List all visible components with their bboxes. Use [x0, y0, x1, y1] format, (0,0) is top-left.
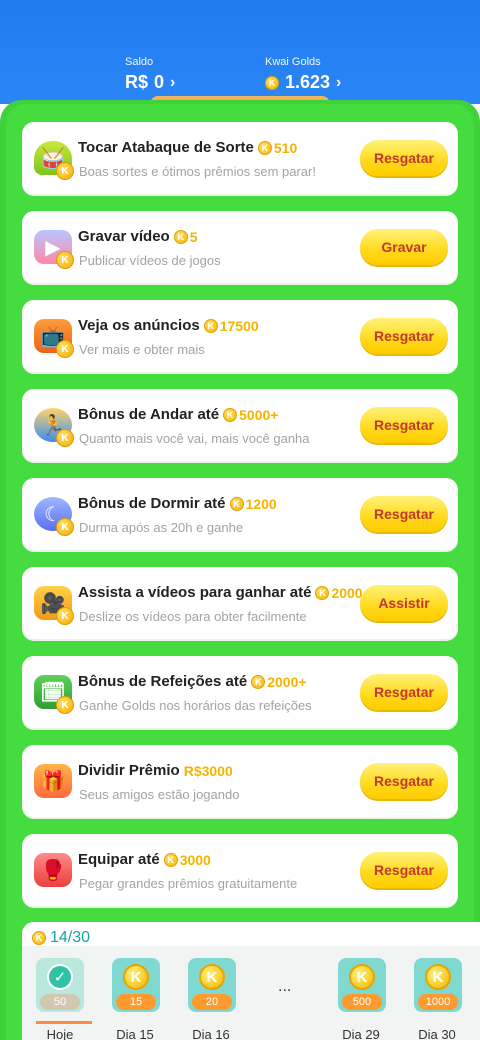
claim-button[interactable]: Resgatar [360, 140, 448, 176]
task-title: Tocar Atabaque de Sorte [78, 139, 254, 156]
day-amount: 1000 [418, 994, 458, 1010]
task-reward: 5 [189, 228, 198, 245]
tv-ad-icon: 📺 K [28, 312, 78, 360]
task-reward: R$3000 [183, 762, 233, 779]
claim-button[interactable]: Resgatar [360, 496, 448, 532]
video-record-icon: ▶ K [28, 223, 78, 271]
day-amount: 15 [116, 994, 156, 1010]
task-reward: 3000 [179, 851, 211, 868]
balance-label: Saldo [125, 56, 154, 68]
moon-sleep-icon: ☾ K [28, 490, 78, 538]
balance-value: 0 [154, 72, 165, 92]
task-subtitle: Deslize os vídeos para obter facilmente [79, 609, 307, 624]
task-card: 🎥 K Assista a vídeos para ganhar até K 20… [22, 567, 458, 639]
ellipsis: ... [278, 978, 292, 995]
task-title: Assista a vídeos para ganhar até [78, 584, 312, 601]
golds-value: 1.623 [285, 72, 331, 92]
currency-symbol: R$ [125, 72, 149, 92]
task-subtitle: Seus amigos estão jogando [79, 787, 240, 802]
today-indicator [36, 1021, 92, 1024]
claim-button[interactable]: Resgatar [360, 674, 448, 710]
checkin-progress: K 14/30 [32, 929, 90, 947]
task-subtitle: Quanto mais você vai, mais você ganha [79, 431, 310, 446]
coin-icon: K [251, 674, 266, 689]
coin-icon: K [257, 140, 272, 155]
record-button[interactable]: Gravar [360, 229, 448, 265]
golds-label: Kwai Golds [265, 56, 321, 68]
task-title: Dividir Prêmio [78, 762, 180, 779]
checkin-day-30[interactable]: K 1000 [414, 958, 462, 1012]
coin-icon: K [163, 852, 178, 867]
task-reward: 510 [273, 139, 298, 156]
watch-button[interactable]: Assistir [360, 585, 448, 621]
walking-boy-icon: 🏃 K [28, 401, 78, 449]
gift-box-icon: 🎁 [28, 757, 78, 805]
day-amount: 50 [40, 994, 80, 1010]
day-amount: 20 [192, 994, 232, 1010]
drum-icon: 🥁 K [28, 134, 78, 182]
task-title: Veja os anúncios [78, 317, 200, 334]
task-reward: 17500 [219, 317, 259, 334]
day-label: Dia 30 [418, 1027, 456, 1040]
task-subtitle: Publicar vídeos de jogos [79, 253, 221, 268]
day-amount: 500 [342, 994, 382, 1010]
task-reward: 5000+ [239, 406, 279, 423]
day-label: Dia 29 [342, 1027, 380, 1040]
task-subtitle: Durma após as 20h e ganhe [79, 520, 244, 535]
claim-button[interactable]: Resgatar [360, 407, 448, 443]
task-card: 🎁 Dividir Prêmio R$3000 Seus amigos estã… [22, 745, 458, 817]
task-card: ☾ K Bônus de Dormir até K 1200 Durma após… [22, 478, 458, 550]
day-label: Dia 15 [116, 1027, 154, 1040]
coin-icon: K [223, 407, 238, 422]
claim-button[interactable]: Resgatar [360, 318, 448, 354]
claim-button[interactable]: Resgatar [360, 763, 448, 799]
chevron-right-icon: › [170, 73, 176, 91]
checkin-day-15[interactable]: K 15 [112, 958, 160, 1012]
task-card: ▶ K Gravar vídeo K5 Publicar vídeos de j… [22, 211, 458, 283]
progress-text: 14/30 [50, 929, 91, 946]
checkin-day-16[interactable]: K 20 [188, 958, 236, 1012]
task-title: Bônus de Refeições até [78, 673, 248, 690]
task-title: Bônus de Andar até [78, 406, 220, 423]
coin-icon: K [229, 496, 244, 511]
task-card: 🥊 Equipar até K 3000 Pegar grandes prêmio… [22, 834, 458, 906]
task-card: 🗓 K Bônus de Refeições até K 2000+ Ganhe … [22, 656, 458, 728]
boxing-glove-icon: 🥊 [28, 846, 78, 894]
task-card: 🏃 K Bônus de Andar até K 5000+ Quanto mai… [22, 389, 458, 461]
task-reward: 1200 [245, 495, 277, 512]
day-label: Dia 16 [192, 1027, 230, 1040]
task-title: Bônus de Dormir até [78, 495, 226, 512]
check-icon: ✓ [47, 964, 73, 990]
task-title: Equipar até [78, 851, 160, 868]
golds-display[interactable]: Kwai Golds K 1.623 › [265, 56, 341, 93]
task-card: 🥁 K Tocar Atabaque de Sorte K 510 Boas so… [22, 122, 458, 194]
task-reward: 2000 [331, 584, 363, 601]
meal-calendar-icon: 🗓 K [28, 668, 78, 716]
kwai-coin-icon: K [123, 964, 149, 990]
camera-icon: 🎥 K [28, 579, 78, 627]
task-subtitle: Pegar grandes prêmios gratuitamente [79, 876, 298, 891]
kwai-coin-icon: K [349, 964, 375, 990]
kwai-coin-icon: K [265, 75, 279, 90]
task-subtitle: Boas sortes e ótimos prêmios sem parar! [79, 164, 316, 179]
checkin-day-29[interactable]: K 500 [338, 958, 386, 1012]
kwai-coin-icon: K [199, 964, 225, 990]
chevron-right-icon: › [336, 73, 342, 91]
coin-icon: K [203, 318, 218, 333]
balance-display[interactable]: Saldo R$ 0 › [125, 56, 175, 93]
checkin-day-today[interactable]: ✓ 50 [36, 958, 84, 1012]
coin-icon: K [32, 931, 46, 945]
claim-button[interactable]: Resgatar [360, 852, 448, 888]
day-label: Hoje [46, 1027, 74, 1040]
task-subtitle: Ganhe Golds nos horários das refeições [79, 698, 312, 713]
coin-icon: K [315, 585, 330, 600]
checkin-strip [22, 946, 480, 1040]
task-title: Gravar vídeo [78, 228, 170, 245]
task-card: 📺 K Veja os anúncios K 17500 Ver mais e o… [22, 300, 458, 372]
task-subtitle: Ver mais e obter mais [79, 342, 205, 357]
task-reward: 2000+ [267, 673, 307, 690]
coin-icon: K [173, 229, 188, 244]
kwai-coin-icon: K [425, 964, 451, 990]
top-header [0, 0, 480, 104]
